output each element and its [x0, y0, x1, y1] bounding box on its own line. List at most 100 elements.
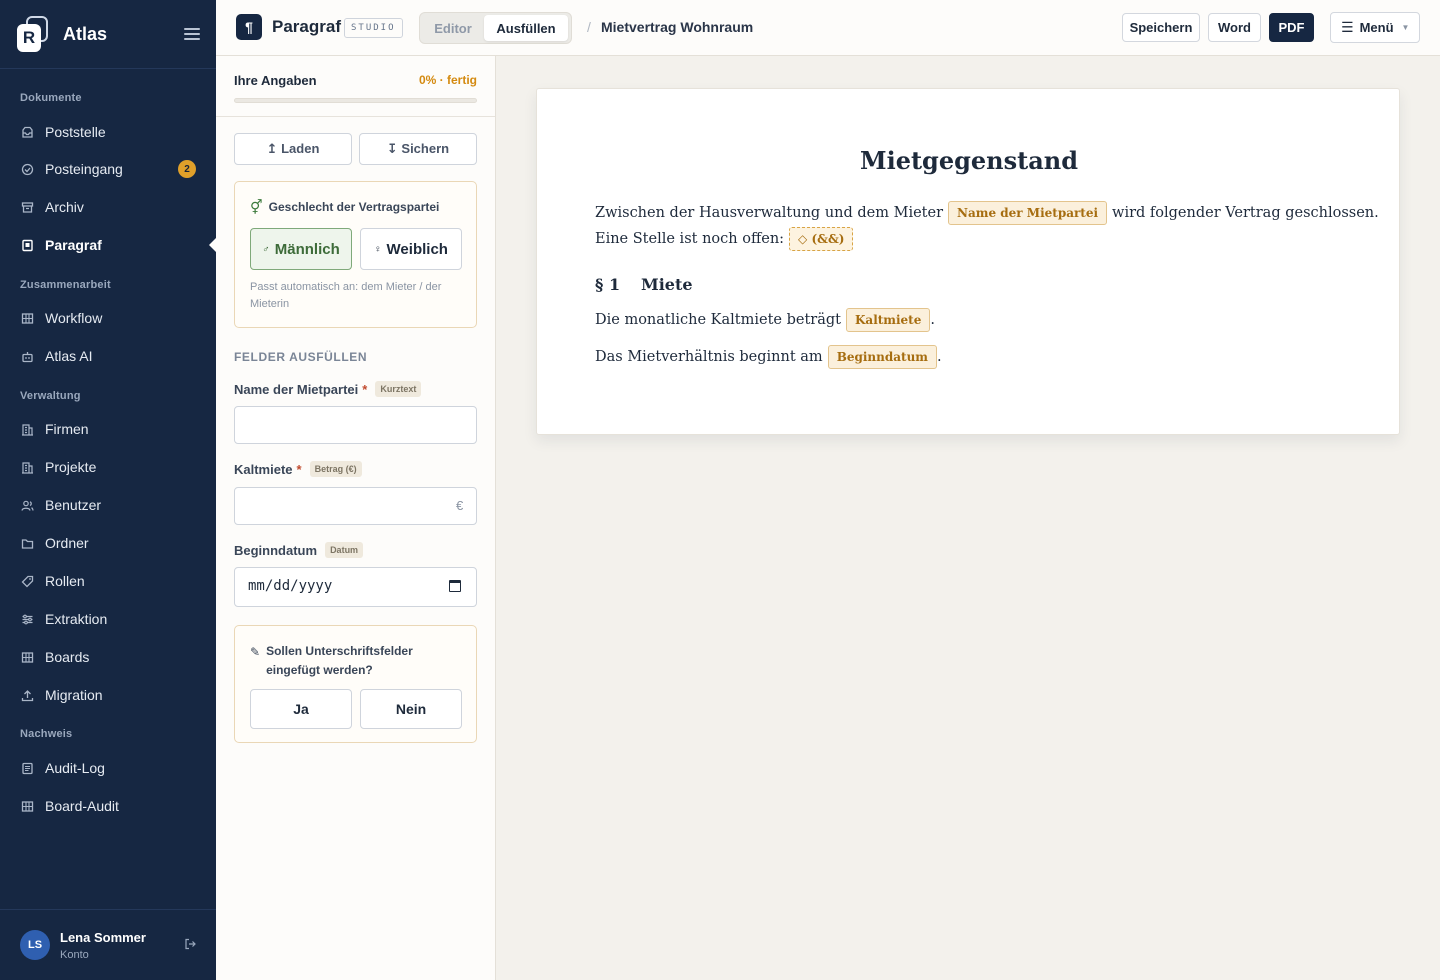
fields-section-title: FELDER AUSFÜLLEN [234, 350, 368, 364]
grid-icon [20, 650, 34, 664]
field-type-tag: Kurztext [375, 381, 422, 397]
sidebar-item-label: Workflow [45, 310, 103, 326]
mode-switch: Editor Ausfüllen [419, 12, 572, 44]
sidebar-item-label: Audit-Log [45, 760, 105, 776]
sidebar-item-ordner[interactable]: Ordner [0, 527, 216, 559]
section-label-verwaltung: Verwaltung [20, 390, 81, 402]
export-word-button[interactable]: Word [1208, 13, 1261, 42]
sidebar-item-atlas-ai[interactable]: Atlas AI [0, 340, 216, 372]
sidebar-item-label: Ordner [45, 535, 89, 551]
required-marker: * [362, 381, 368, 397]
chevron-down-icon: ▼ [1401, 23, 1410, 32]
breadcrumb-document[interactable]: Mietvertrag Wohnraum [601, 19, 753, 35]
studio-tag: STUDIO [344, 18, 403, 38]
gender-card: ⚥ Geschlecht der Vertragspartei ♂ Männli… [234, 181, 477, 328]
sidebar-item-board-audit[interactable]: Board-Audit [0, 790, 216, 822]
progress-bar [234, 98, 477, 103]
export-pdf-button[interactable]: PDF [1269, 13, 1314, 42]
placeholder-chip-mietpartei[interactable]: Name der Mietpartei [948, 201, 1108, 225]
sidebar-item-label: Projekte [45, 459, 97, 475]
grid-icon [20, 799, 34, 813]
sidebar-item-label: Boards [45, 649, 90, 665]
user-name: Lena Sommer [60, 929, 146, 945]
gender-female-button[interactable]: ♀ Weiblich [360, 228, 462, 270]
sidebar-item-label: Extraktion [45, 611, 108, 627]
sidebar-item-poststelle[interactable]: Poststelle [0, 116, 216, 148]
section-label-zusammenarbeit: Zusammenarbeit [20, 279, 111, 291]
inbox-tray-icon [20, 125, 34, 139]
sidebar-item-paragraf[interactable]: Paragraf [0, 229, 216, 261]
section-label-nachweis: Nachweis [20, 728, 73, 740]
field-label-kaltmiete: Kaltmiete * Betrag (€) [234, 461, 362, 477]
sidebar-item-label: Posteingang [45, 161, 123, 177]
signature-no-button[interactable]: Nein [360, 689, 462, 729]
user-account[interactable]: LS Lena Sommer Konto [0, 909, 216, 980]
signature-question: ✎ Sollen Unterschriftsfelder eingefügt w… [250, 644, 413, 677]
sidebar-item-label: Archiv [45, 199, 84, 215]
menu-label: Menü [1359, 20, 1394, 35]
sidebar-item-label: Atlas AI [45, 348, 93, 364]
menu-button[interactable]: ☰ Menü ▼ [1330, 12, 1420, 43]
section-label-dokumente: Dokumente [20, 92, 82, 104]
section-title: Miete [641, 275, 693, 294]
sidebar-item-workflow[interactable]: Workflow [0, 302, 216, 334]
tab-ausfuellen[interactable]: Ausfüllen [484, 15, 568, 41]
gender-icon: ⚥ [250, 199, 263, 215]
sidebar-item-projekte[interactable]: Projekte [0, 451, 216, 483]
gender-male-button[interactable]: ♂ Männlich [250, 228, 352, 270]
list-icon [20, 761, 34, 775]
inbox-icon [20, 162, 34, 176]
calendar-icon[interactable] [449, 580, 461, 592]
sidebar-item-boards[interactable]: Boards [0, 641, 216, 673]
sidebar-item-label: Paragraf [45, 237, 102, 253]
building-icon [20, 460, 34, 474]
placeholder-chip-beginndatum[interactable]: Beginndatum [827, 345, 937, 369]
placeholder-chip-kaltmiete[interactable]: Kaltmiete [845, 308, 931, 332]
sidebar-item-extraktion[interactable]: Extraktion [0, 603, 216, 635]
sidebar-item-archiv[interactable]: Archiv [0, 191, 216, 223]
top-bar: ¶ Paragraf STUDIO Editor Ausfüllen / Mie… [216, 0, 1440, 56]
sidebar-item-label: Board-Audit [45, 798, 119, 814]
sidebar-item-benutzer[interactable]: Benutzer [0, 489, 216, 521]
app-name: Atlas [63, 23, 108, 44]
male-icon: ♂ [262, 243, 270, 255]
sidebar-item-label: Benutzer [45, 497, 102, 513]
gender-female-label: Weiblich [386, 240, 448, 258]
kaltmiete-input[interactable] [234, 487, 477, 525]
date-placeholder: mm/dd/yyyy [248, 578, 333, 594]
store-button[interactable]: ↧ Sichern [359, 133, 477, 165]
tag-icon [20, 574, 34, 588]
female-icon: ♀ [374, 243, 382, 255]
load-button[interactable]: ↥ Laden [234, 133, 352, 165]
document-line-rent: Die monatliche Kaltmiete beträgt Kaltmie… [595, 308, 935, 332]
page-title: Paragraf [272, 17, 341, 36]
gender-male-label: Männlich [274, 240, 340, 258]
required-marker: * [296, 461, 302, 477]
signature-yes-button[interactable]: Ja [250, 689, 352, 729]
sidebar-item-audit-log[interactable]: Audit-Log [0, 752, 216, 784]
unread-count-badge: 2 [178, 160, 196, 178]
sidebar-item-label: Migration [45, 687, 103, 703]
sidebar-item-label: Firmen [45, 421, 89, 437]
progress-section: Ihre Angaben 0% · fertig [216, 56, 495, 117]
document-icon [20, 238, 34, 252]
grid-icon [20, 311, 34, 325]
sidebar-header: R Atlas [0, 0, 216, 69]
sidebar-item-posteingang[interactable]: Posteingang 2 [0, 153, 216, 185]
users-icon [20, 498, 34, 512]
sidebar-item-label: Rollen [45, 573, 85, 589]
folder-icon [20, 536, 34, 550]
avatar: LS [20, 930, 50, 960]
sliders-icon [20, 612, 34, 626]
tab-editor[interactable]: Editor [422, 15, 484, 41]
menu-toggle-icon[interactable] [184, 28, 200, 40]
mietpartei-input[interactable] [234, 406, 477, 444]
save-button[interactable]: Speichern [1122, 13, 1200, 42]
placeholder-chip-open[interactable]: ◇ (&&) [789, 227, 854, 251]
logout-icon[interactable] [184, 938, 196, 953]
document-line-parties: Zwischen der Hausverwaltung und dem Miet… [595, 201, 1379, 225]
sidebar-item-rollen[interactable]: Rollen [0, 565, 216, 597]
signature-card: ✎ Sollen Unterschriftsfelder eingefügt w… [234, 625, 477, 743]
sidebar-item-migration[interactable]: Migration [0, 679, 216, 711]
sidebar-item-firmen[interactable]: Firmen [0, 413, 216, 445]
